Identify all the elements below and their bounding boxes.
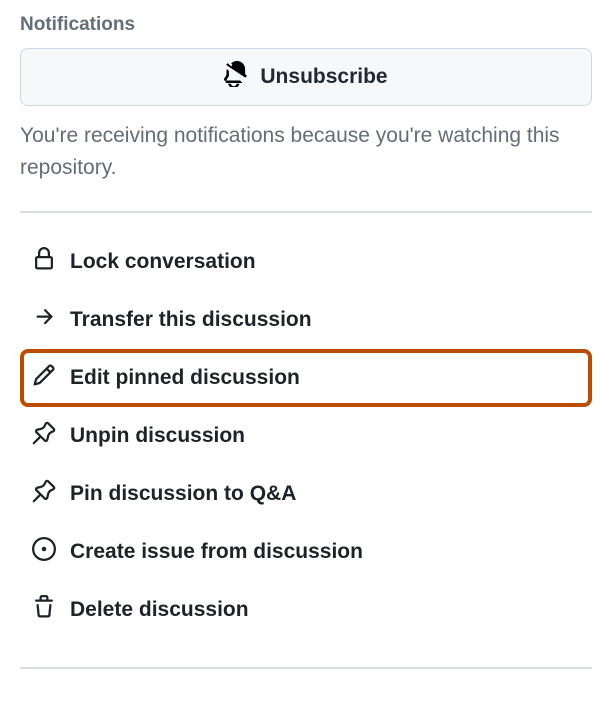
delete-discussion-action[interactable]: Delete discussion bbox=[20, 581, 592, 639]
unpin-discussion-label: Unpin discussion bbox=[70, 424, 580, 448]
transfer-discussion-label: Transfer this discussion bbox=[70, 308, 580, 332]
pin-discussion-qa-label: Pin discussion to Q&A bbox=[70, 482, 580, 506]
create-issue-action[interactable]: Create issue from discussion bbox=[20, 523, 592, 581]
lock-icon bbox=[32, 247, 56, 277]
pin-icon bbox=[32, 479, 56, 509]
bell-slash-icon bbox=[224, 61, 250, 93]
unsubscribe-button[interactable]: Unsubscribe bbox=[20, 48, 592, 106]
notifications-title: Notifications bbox=[20, 14, 592, 36]
create-issue-label: Create issue from discussion bbox=[70, 540, 580, 564]
pin-discussion-qa-action[interactable]: Pin discussion to Q&A bbox=[20, 465, 592, 523]
arrow-right-icon bbox=[32, 305, 56, 335]
notifications-helper-text: You're receiving notifications because y… bbox=[20, 120, 592, 183]
discussion-actions: Lock conversation Transfer this discussi… bbox=[20, 233, 592, 639]
divider bbox=[20, 667, 592, 669]
unpin-discussion-action[interactable]: Unpin discussion bbox=[20, 407, 592, 465]
pencil-icon bbox=[32, 363, 56, 393]
trash-icon bbox=[32, 595, 56, 625]
transfer-discussion-action[interactable]: Transfer this discussion bbox=[20, 291, 592, 349]
delete-discussion-label: Delete discussion bbox=[70, 598, 580, 622]
unsubscribe-label: Unsubscribe bbox=[260, 65, 387, 89]
edit-pinned-discussion-action[interactable]: Edit pinned discussion bbox=[20, 349, 592, 407]
edit-pinned-discussion-label: Edit pinned discussion bbox=[70, 366, 580, 390]
lock-conversation-action[interactable]: Lock conversation bbox=[20, 233, 592, 291]
issue-icon bbox=[32, 537, 56, 567]
divider bbox=[20, 211, 592, 213]
pin-icon bbox=[32, 421, 56, 451]
lock-conversation-label: Lock conversation bbox=[70, 250, 580, 274]
